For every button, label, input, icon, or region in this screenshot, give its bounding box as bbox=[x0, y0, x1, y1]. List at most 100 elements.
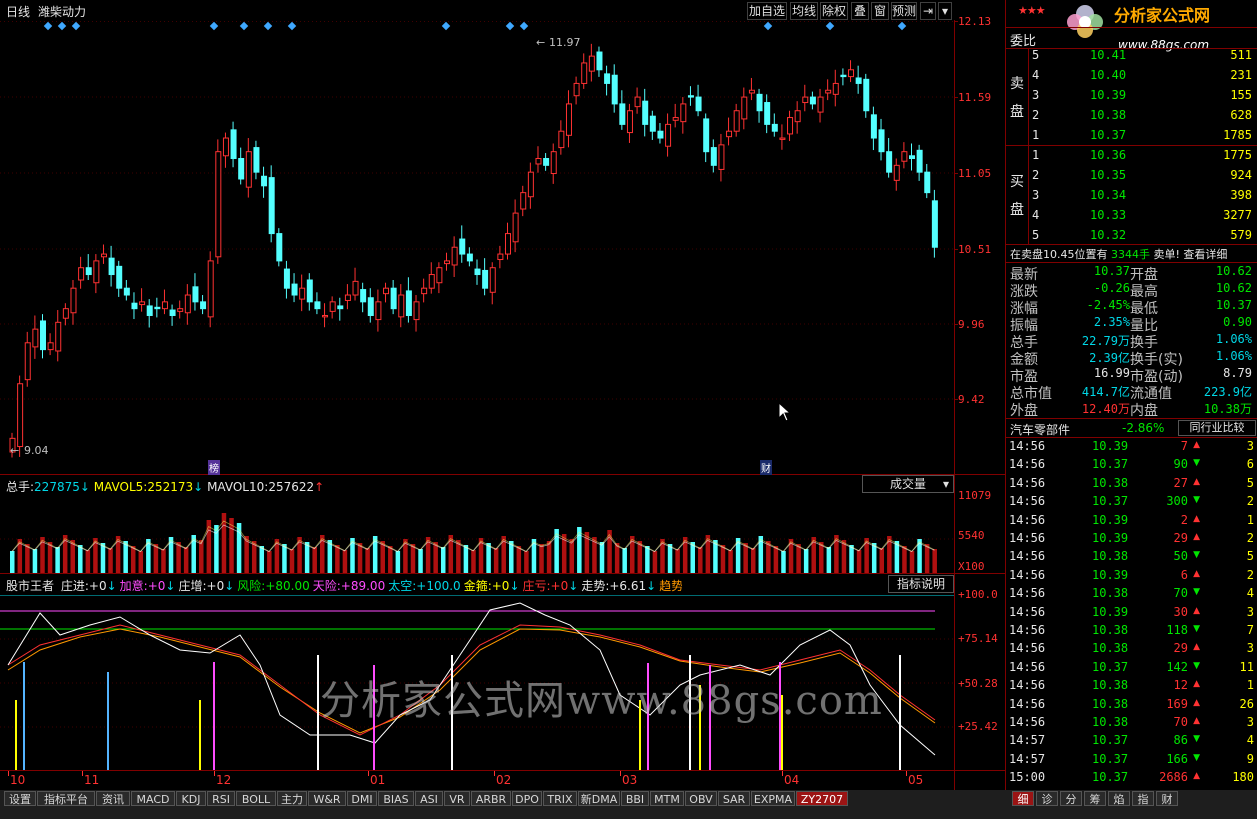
candle-body bbox=[672, 117, 679, 121]
event-marker[interactable]: 榜 bbox=[208, 460, 220, 475]
toolbar-button-5[interactable]: 预测 bbox=[891, 2, 917, 20]
price-tick-label: 9.42 bbox=[958, 393, 985, 406]
side-tab-5[interactable]: 指 bbox=[1132, 791, 1154, 806]
tab-rsi[interactable]: RSI bbox=[207, 791, 235, 806]
volume-indicator-dropdown[interactable]: 成交量 ▾ bbox=[862, 475, 954, 493]
toolbar-button-3[interactable]: 叠 bbox=[851, 2, 869, 20]
sell-row[interactable]: 3 10.39 155 bbox=[1006, 88, 1257, 106]
tab-dmi[interactable]: DMI bbox=[347, 791, 377, 806]
candle-body bbox=[840, 74, 847, 78]
tab-bias[interactable]: BIAS bbox=[378, 791, 414, 806]
tab-设置[interactable]: 设置 bbox=[4, 791, 36, 806]
tick-price: 10.39 bbox=[1092, 567, 1129, 582]
buy-row[interactable]: 5 10.32 579 bbox=[1006, 228, 1257, 246]
date-tick bbox=[368, 771, 369, 776]
sell-row[interactable]: 1 10.37 1785 bbox=[1006, 128, 1257, 146]
tab-kdj[interactable]: KDJ bbox=[176, 791, 206, 806]
toolbar-button-1[interactable]: 均线 bbox=[790, 2, 818, 20]
tab-指标平台[interactable]: 指标平台 bbox=[37, 791, 95, 806]
sell-volume: 511 bbox=[1230, 48, 1252, 62]
tab-dpo[interactable]: DPO bbox=[512, 791, 542, 806]
buy-row[interactable]: 2 10.35 924 bbox=[1006, 168, 1257, 186]
tab-arbr[interactable]: ARBR bbox=[471, 791, 511, 806]
volume-bar bbox=[85, 550, 91, 573]
date-tick-label: 04 bbox=[784, 773, 800, 787]
toolbar-button-4[interactable]: 窗 bbox=[871, 2, 889, 20]
indicator-item: 走势:+6.61↓ bbox=[581, 579, 656, 593]
price-tick bbox=[954, 173, 958, 174]
industry-compare-button[interactable]: 同行业比较 bbox=[1178, 420, 1256, 436]
period-label[interactable]: 日线 bbox=[6, 3, 30, 20]
buy-level: 3 bbox=[1032, 188, 1040, 202]
side-tab-4[interactable]: 焰 bbox=[1108, 791, 1130, 806]
axis-divider bbox=[954, 20, 955, 790]
arrow-up-icon: ▲ bbox=[1193, 679, 1200, 690]
indicator-item-label: 太空: bbox=[388, 579, 417, 593]
tab-trix[interactable]: TRIX bbox=[543, 791, 577, 806]
mavol10-value: 257622 bbox=[268, 480, 315, 494]
side-tab-3[interactable]: 筹 bbox=[1084, 791, 1106, 806]
industry-name[interactable]: 汽车零部件 bbox=[1010, 421, 1070, 438]
volume-bar bbox=[879, 548, 885, 573]
sell-row[interactable]: 4 10.40 231 bbox=[1006, 68, 1257, 86]
side-tab-2[interactable]: 分 bbox=[1060, 791, 1082, 806]
tab-vr[interactable]: VR bbox=[444, 791, 470, 806]
tab-expma[interactable]: EXPMA bbox=[751, 791, 795, 806]
buy-volume: 3277 bbox=[1223, 208, 1252, 222]
tab-obv[interactable]: OBV bbox=[685, 791, 717, 806]
big-order-notice[interactable]: 在卖盘10.45位置有 3344手 卖单! 查看详细 bbox=[1010, 246, 1227, 262]
notice-link[interactable]: 卖单! 查看详细 bbox=[1154, 248, 1228, 261]
candle-body bbox=[161, 301, 168, 310]
buy-row[interactable]: 1 10.36 1775 bbox=[1006, 148, 1257, 166]
buy-row[interactable]: 4 10.33 3277 bbox=[1006, 208, 1257, 226]
candle-body bbox=[253, 147, 260, 173]
toolbar-button-6[interactable]: ⇥ bbox=[920, 2, 936, 20]
tab-sar[interactable]: SAR bbox=[718, 791, 750, 806]
tab-bbi[interactable]: BBI bbox=[621, 791, 649, 806]
tick-row: 14:56 10.37 90 ▼ 6 bbox=[1006, 457, 1257, 475]
toolbar-button-7[interactable]: ▾ bbox=[938, 2, 952, 20]
volume-bar bbox=[161, 549, 166, 573]
indicator-help-button[interactable]: 指标说明 bbox=[888, 575, 954, 593]
buy-level: 2 bbox=[1032, 168, 1040, 182]
tab-新dma[interactable]: 新DMA bbox=[578, 791, 620, 806]
toolbar-button-2[interactable]: 除权 bbox=[820, 2, 848, 20]
event-marker[interactable]: 财 bbox=[760, 460, 772, 475]
sell-row[interactable]: 5 10.41 511 bbox=[1006, 48, 1257, 66]
volume-bar bbox=[902, 546, 907, 573]
side-tab-6[interactable]: 财 bbox=[1156, 791, 1178, 806]
volume-tick-label: 11079 bbox=[958, 489, 992, 502]
tick-row: 14:56 10.39 29 ▲ 2 bbox=[1006, 531, 1257, 549]
indicator-tick-label: +50.28 bbox=[958, 677, 998, 690]
tab-boll[interactable]: BOLL bbox=[236, 791, 276, 806]
tab-mtm[interactable]: MTM bbox=[650, 791, 684, 806]
tab-资讯[interactable]: 资讯 bbox=[96, 791, 130, 806]
tab-zy2707[interactable]: ZY2707 bbox=[796, 791, 848, 806]
volume-bar bbox=[493, 548, 499, 573]
candle-body bbox=[504, 233, 511, 255]
side-tab-1[interactable]: 诊 bbox=[1036, 791, 1058, 806]
tab-w&r[interactable]: W&R bbox=[308, 791, 346, 806]
arrow-down-icon: ▼ bbox=[1193, 734, 1200, 745]
candlestick-chart[interactable] bbox=[0, 20, 954, 474]
side-tab-0[interactable]: 细 bbox=[1012, 791, 1034, 806]
buy-price: 10.36 bbox=[1090, 148, 1127, 162]
high-price-annotation: 11.97 bbox=[549, 36, 581, 49]
indicator-name[interactable]: 股市王者 bbox=[6, 579, 54, 593]
quote-value: 8.79 bbox=[1223, 366, 1252, 380]
tab-主力[interactable]: 主力 bbox=[277, 791, 307, 806]
tab-macd[interactable]: MACD bbox=[131, 791, 175, 806]
buy-row[interactable]: 3 10.34 398 bbox=[1006, 188, 1257, 206]
tick-price: 10.38 bbox=[1092, 475, 1129, 490]
quote-value: -2.45% bbox=[1086, 298, 1130, 312]
chart-area[interactable]: 日线 潍柴动力 加自选 均线 除权叠窗预测 ⇥ ▾ 12.13 11.59 11.05 10.… bbox=[0, 0, 1005, 790]
sell-row[interactable]: 2 10.38 628 bbox=[1006, 108, 1257, 126]
tick-count: 6 bbox=[1246, 457, 1254, 472]
sell-volume: 1785 bbox=[1223, 128, 1252, 142]
tick-time: 14:56 bbox=[1009, 641, 1046, 656]
date-tick-label: 11 bbox=[84, 773, 100, 787]
volume-chart[interactable] bbox=[0, 495, 954, 573]
tab-asi[interactable]: ASI bbox=[415, 791, 443, 806]
toolbar-button-0[interactable]: 加自选 bbox=[747, 2, 787, 20]
volume-bar bbox=[282, 544, 287, 573]
